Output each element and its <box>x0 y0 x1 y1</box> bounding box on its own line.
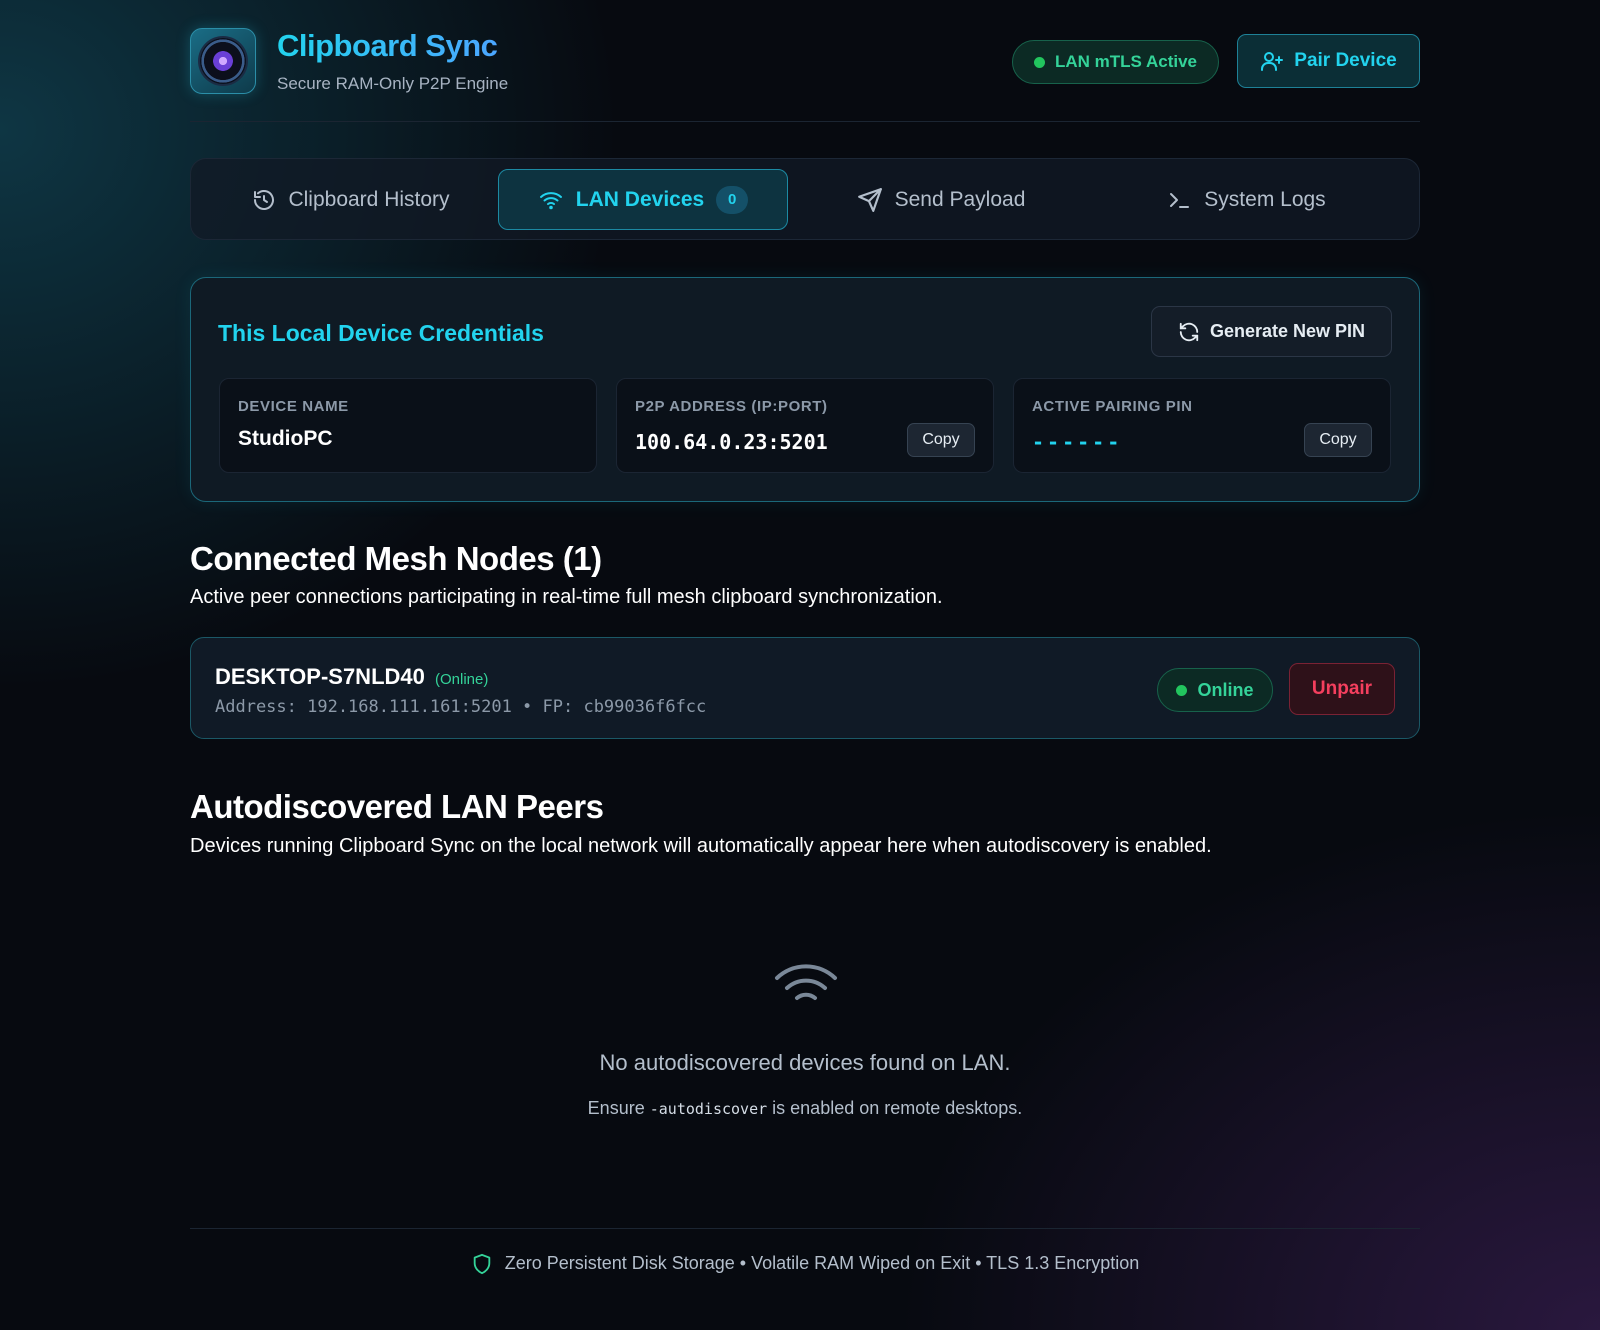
node-online-badge: Online <box>1157 668 1273 712</box>
hint-text: is enabled on remote desktops. <box>772 1098 1023 1118</box>
app-title: Clipboard Sync <box>277 28 498 63</box>
send-icon <box>857 187 882 212</box>
tab-clipboard-history[interactable]: Clipboard History <box>231 169 471 230</box>
refresh-icon <box>1179 322 1199 341</box>
tab-label: System Logs <box>1204 187 1326 211</box>
pairing-pin-value: ------ <box>1032 430 1123 454</box>
app-subtitle: Secure RAM-Only P2P Engine <box>277 74 509 93</box>
copy-address-button[interactable]: Copy <box>907 423 975 457</box>
discovered-empty-state: No autodiscovered devices found on LAN. … <box>190 960 1420 1130</box>
generate-new-pin-button[interactable]: Generate New PIN <box>1151 306 1392 357</box>
tab-system-logs[interactable]: System Logs <box>1156 169 1336 230</box>
mesh-nodes-description: Active peer connections participating in… <box>190 586 943 608</box>
tab-bar: Clipboard History LAN Devices 0 Send Pay… <box>190 158 1420 240</box>
connection-status-badge: LAN mTLS Active <box>1012 40 1219 84</box>
unpair-button[interactable]: Unpair <box>1289 663 1395 715</box>
history-icon <box>254 189 275 210</box>
user-plus-icon <box>1261 52 1284 71</box>
mesh-node-card: DESKTOP-S7NLD40 (Online) Address: 192.16… <box>190 637 1420 739</box>
local-credentials-card: This Local Device Credentials Generate N… <box>190 277 1420 502</box>
copy-pin-button[interactable]: Copy <box>1304 423 1372 457</box>
hint-code: -autodiscover <box>649 1100 768 1118</box>
p2p-address-field: P2P ADDRESS (IP:PORT) 100.64.0.23:5201 C… <box>616 378 994 473</box>
node-inline-status: (Online) <box>435 671 489 688</box>
device-name-value: StudioPC <box>238 427 333 450</box>
app-container: Clipboard Sync Secure RAM-Only P2P Engin… <box>190 0 1420 1274</box>
status-dot-icon <box>1033 56 1045 68</box>
pair-device-button[interactable]: Pair Device <box>1237 34 1420 88</box>
lens-icon <box>200 38 246 84</box>
tab-lan-devices[interactable]: LAN Devices 0 <box>498 169 788 230</box>
empty-state-title: No autodiscovered devices found on LAN. <box>599 1050 1011 1075</box>
footer: Zero Persistent Disk Storage • Volatile … <box>190 1228 1420 1298</box>
header: Clipboard Sync Secure RAM-Only P2P Engin… <box>190 0 1420 122</box>
tab-send-payload[interactable]: Send Payload <box>846 169 1036 230</box>
discovered-peers-title: Autodiscovered LAN Peers <box>190 788 604 825</box>
terminal-icon <box>1170 192 1190 208</box>
discovered-peers-description: Devices running Clipboard Sync on the lo… <box>190 835 1212 857</box>
tab-label: Send Payload <box>894 187 1026 211</box>
hint-text: Ensure <box>587 1098 645 1118</box>
p2p-address-value: 100.64.0.23:5201 <box>635 430 828 454</box>
empty-state-hint: Ensure -autodiscover is enabled on remot… <box>190 1098 1420 1119</box>
node-address-fingerprint: Address: 192.168.111.161:5201 • FP: cb99… <box>215 697 707 717</box>
app-logo <box>190 28 256 94</box>
field-label: DEVICE NAME <box>238 398 349 415</box>
wifi-icon <box>775 964 837 1000</box>
footer-text: Zero Persistent Disk Storage • Volatile … <box>504 1253 1140 1273</box>
wifi-icon <box>539 191 562 209</box>
field-label: ACTIVE PAIRING PIN <box>1032 398 1193 415</box>
status-dot-icon <box>1176 684 1188 696</box>
pairing-pin-field: ACTIVE PAIRING PIN ------ Copy <box>1013 378 1391 473</box>
device-name-field: DEVICE NAME StudioPC <box>219 378 597 473</box>
connection-status-label: LAN mTLS Active <box>1054 52 1197 71</box>
pair-device-label: Pair Device <box>1294 50 1397 71</box>
shield-icon <box>473 1253 490 1274</box>
node-online-label: Online <box>1197 679 1254 700</box>
tab-label: LAN Devices <box>575 187 705 211</box>
field-label: P2P ADDRESS (IP:PORT) <box>635 398 828 415</box>
node-name-text: DESKTOP-S7NLD40 <box>215 664 425 689</box>
mesh-nodes-title: Connected Mesh Nodes (1) <box>190 540 602 577</box>
generate-pin-label: Generate New PIN <box>1209 321 1366 341</box>
device-count-badge: 0 <box>716 185 749 214</box>
credentials-title: This Local Device Credentials <box>218 320 544 346</box>
node-name: DESKTOP-S7NLD40 (Online) <box>215 664 488 690</box>
tab-label: Clipboard History <box>288 187 450 211</box>
